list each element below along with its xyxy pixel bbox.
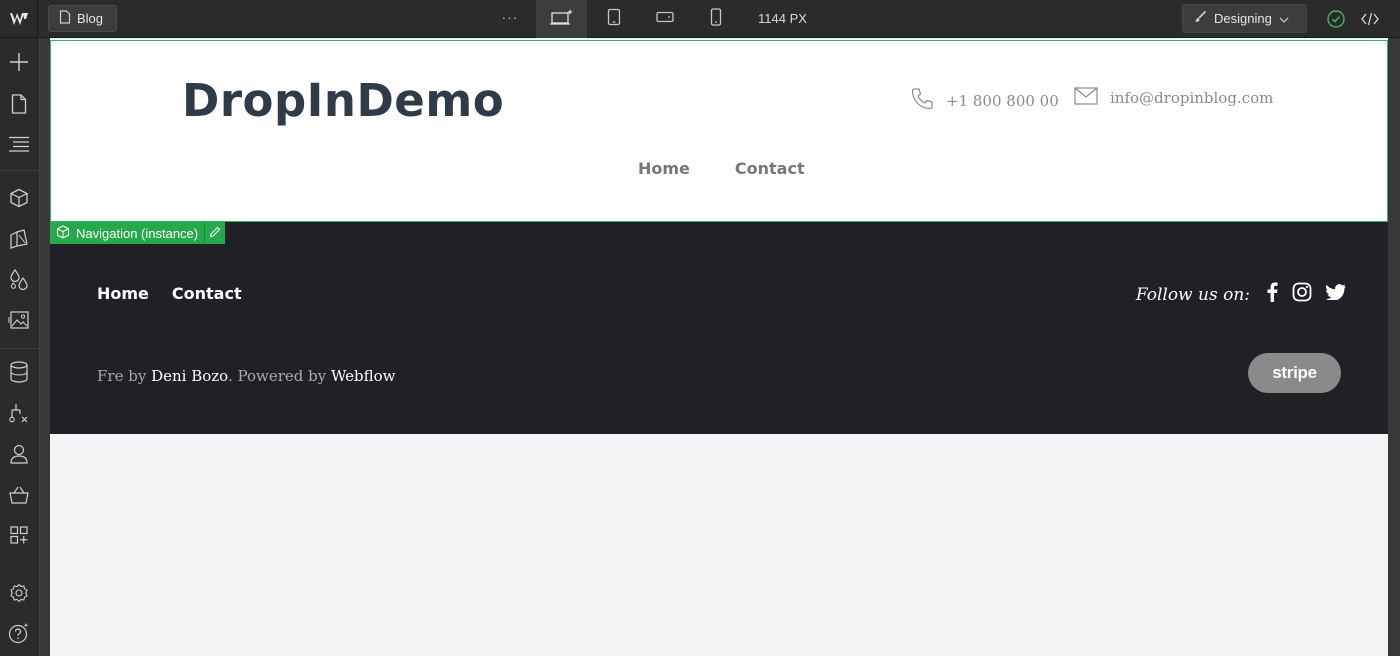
components-panel-button[interactable] xyxy=(0,182,38,218)
desktop-star-icon xyxy=(549,8,575,31)
canvas-width-readout: 1144 PX xyxy=(758,11,807,26)
credits-prefix: Fre by xyxy=(97,367,152,385)
drops-icon xyxy=(9,268,29,295)
footer-nav-menu: Home Contact xyxy=(97,284,242,303)
brush-icon xyxy=(1193,10,1207,27)
page-icon xyxy=(59,10,71,27)
design-canvas[interactable]: DropInDemo +1 800 800 00 info@dropinblog… xyxy=(50,38,1388,656)
publish-status-check-icon[interactable] xyxy=(1326,9,1346,34)
style-selectors-panel-button[interactable] xyxy=(0,223,38,259)
navigator-panel-button[interactable] xyxy=(0,128,38,164)
user-icon xyxy=(9,443,29,470)
social-follow: Follow us on: xyxy=(1136,282,1346,307)
help-panel-button[interactable] xyxy=(0,617,38,653)
mobile-portrait-icon xyxy=(710,7,722,31)
chevron-down-icon xyxy=(1279,11,1289,26)
swatches-panel-button[interactable] xyxy=(0,263,38,299)
nav-link-contact[interactable]: Contact xyxy=(735,159,805,178)
database-icon xyxy=(9,360,29,388)
selected-element-label-wrap: Navigation (instance) xyxy=(50,222,206,244)
cms-panel-button[interactable] xyxy=(0,356,38,392)
designer-left-toolbar xyxy=(0,38,38,656)
add-panel-button[interactable] xyxy=(0,46,38,82)
ecommerce-panel-button[interactable] xyxy=(0,479,38,515)
footer-link-contact[interactable]: Contact xyxy=(172,284,242,303)
site-footer[interactable]: Home Contact Follow us on: Fre by Deni B… xyxy=(50,222,1388,434)
credits-platform-link[interactable]: Webflow xyxy=(331,367,396,385)
apps-grid-icon xyxy=(9,525,29,550)
phone-icon xyxy=(910,87,934,115)
header-nav-menu: Home Contact xyxy=(638,159,805,178)
logic-flow-icon xyxy=(8,402,30,429)
canvas-left-gutter xyxy=(38,38,50,656)
component-box-icon xyxy=(9,188,29,213)
plus-icon xyxy=(9,52,29,77)
apps-panel-button[interactable] xyxy=(0,519,38,555)
twitter-icon[interactable] xyxy=(1326,284,1346,305)
code-export-icon[interactable] xyxy=(1360,9,1380,34)
canvas-right-gutter xyxy=(1388,38,1400,656)
site-brand-logo[interactable]: DropInDemo xyxy=(182,74,504,127)
settings-panel-button[interactable] xyxy=(0,577,38,613)
tablet-icon xyxy=(607,8,621,31)
page-icon xyxy=(11,93,27,119)
nav-link-home[interactable]: Home xyxy=(638,159,690,178)
mobile-portrait-breakpoint-button[interactable] xyxy=(690,0,741,38)
navigator-lines-icon xyxy=(8,136,30,157)
pencil-icon xyxy=(209,226,221,241)
phone-contact[interactable]: +1 800 800 00 xyxy=(910,87,1059,115)
mail-icon xyxy=(1074,87,1098,109)
gear-icon xyxy=(9,583,29,608)
stripe-badge[interactable]: stripe xyxy=(1248,353,1341,393)
basket-icon xyxy=(8,485,30,510)
footer-credits: Fre by Deni Bozo. Powered by Webflow xyxy=(97,367,396,385)
desktop-breakpoint-button[interactable] xyxy=(536,0,587,38)
page-name: Blog xyxy=(77,11,104,26)
image-assets-icon xyxy=(8,310,30,335)
designer-mode-dropdown[interactable]: Designing xyxy=(1182,4,1307,33)
selected-element-name: Navigation (instance) xyxy=(76,225,199,241)
designer-mode-label: Designing xyxy=(1214,11,1272,26)
email-address: info@dropinblog.com xyxy=(1110,89,1274,107)
tablet-breakpoint-button[interactable] xyxy=(588,0,639,38)
phone-number: +1 800 800 00 xyxy=(946,92,1059,110)
email-contact[interactable]: info@dropinblog.com xyxy=(1074,87,1273,109)
webflow-logo-icon[interactable] xyxy=(0,0,38,38)
follow-us-label: Follow us on: xyxy=(1135,284,1250,305)
assets-panel-button[interactable] xyxy=(0,304,38,340)
style-selectors-icon xyxy=(9,228,29,254)
footer-link-home[interactable]: Home xyxy=(97,284,149,303)
credits-powered-by: . Powered by xyxy=(227,367,331,385)
instagram-icon[interactable] xyxy=(1292,282,1312,307)
help-question-icon xyxy=(8,622,30,649)
page-selector-button[interactable]: Blog xyxy=(48,5,117,32)
logic-panel-button[interactable] xyxy=(0,397,38,433)
component-box-icon xyxy=(56,224,70,242)
mobile-landscape-breakpoint-button[interactable] xyxy=(639,0,690,38)
edit-component-button[interactable] xyxy=(205,222,225,244)
selected-element-tag[interactable]: Navigation (instance) xyxy=(50,222,226,244)
users-panel-button[interactable] xyxy=(0,438,38,474)
designer-top-bar: Blog ··· 1144 PX Designing xyxy=(0,0,1400,38)
credits-author-link[interactable]: Deni Bozo xyxy=(151,367,228,385)
pages-panel-button[interactable] xyxy=(0,88,38,124)
more-breakpoints-button[interactable]: ··· xyxy=(494,9,526,29)
facebook-icon[interactable] xyxy=(1266,282,1278,307)
site-navigation-header[interactable]: DropInDemo +1 800 800 00 info@dropinblog… xyxy=(50,40,1388,222)
mobile-landscape-icon xyxy=(655,10,674,28)
